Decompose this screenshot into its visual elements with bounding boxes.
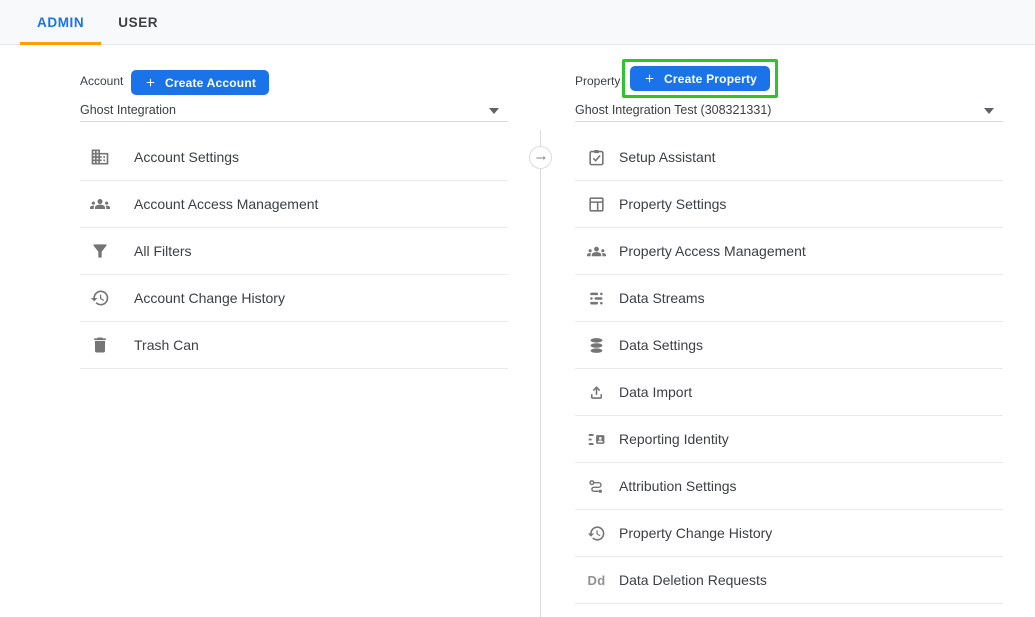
dropdown-caret-icon bbox=[489, 108, 499, 114]
arrow-right-icon bbox=[534, 151, 548, 165]
attribution-path-icon bbox=[587, 477, 606, 496]
list-item[interactable]: Account Access Management bbox=[80, 181, 508, 228]
list-item-label: Data Import bbox=[619, 384, 692, 400]
list-item[interactable]: Account Change History bbox=[80, 275, 508, 322]
data-streams-icon bbox=[587, 289, 606, 308]
property-panel: Property Create Property Ghost Integrati… bbox=[575, 60, 1003, 617]
people-group-icon bbox=[90, 194, 110, 214]
plus-icon bbox=[643, 72, 656, 85]
database-icon bbox=[587, 336, 606, 355]
account-label: Account bbox=[80, 74, 123, 88]
list-item[interactable]: Data Import bbox=[575, 369, 1003, 416]
account-selector-value: Ghost Integration bbox=[80, 103, 176, 117]
create-property-button[interactable]: Create Property bbox=[630, 66, 770, 91]
list-item[interactable]: Trash Can bbox=[80, 322, 508, 369]
trash-icon bbox=[90, 335, 110, 355]
list-item[interactable]: Dd Data Deletion Requests bbox=[575, 557, 1003, 604]
list-item-label: Account Access Management bbox=[134, 196, 318, 212]
list-item[interactable]: Account Settings bbox=[80, 134, 508, 181]
list-item[interactable]: Property Settings bbox=[575, 181, 1003, 228]
list-item[interactable]: Setup Assistant bbox=[575, 134, 1003, 181]
create-property-label: Create Property bbox=[664, 72, 757, 86]
list-item[interactable]: Property Access Management bbox=[575, 228, 1003, 275]
tab-user-label: USER bbox=[118, 15, 158, 30]
list-item-label: Property Settings bbox=[619, 196, 726, 212]
list-item-label: Data Deletion Requests bbox=[619, 572, 767, 588]
tab-admin[interactable]: ADMIN bbox=[20, 0, 101, 44]
plus-icon bbox=[144, 76, 157, 89]
account-panel: Account Create Account Ghost Integration… bbox=[80, 60, 508, 617]
property-selector[interactable]: Ghost Integration Test (308321331) bbox=[575, 100, 1003, 122]
list-item-label: Property Access Management bbox=[619, 243, 806, 259]
list-item-label: Property Change History bbox=[619, 525, 772, 541]
list-item[interactable]: Attribution Settings bbox=[575, 463, 1003, 510]
list-item[interactable]: Data Settings bbox=[575, 322, 1003, 369]
panel-divider bbox=[540, 130, 541, 617]
tab-admin-label: ADMIN bbox=[37, 15, 84, 30]
account-selector[interactable]: Ghost Integration bbox=[80, 100, 508, 122]
list-item-label: Attribution Settings bbox=[619, 478, 737, 494]
admin-user-tabbar: ADMIN USER bbox=[0, 0, 1035, 45]
property-selector-value: Ghost Integration Test (308321331) bbox=[575, 103, 771, 117]
history-icon bbox=[90, 288, 110, 308]
list-item-label: Account Settings bbox=[134, 149, 239, 165]
list-item[interactable]: Reporting Identity bbox=[575, 416, 1003, 463]
property-label: Property bbox=[575, 74, 620, 88]
create-account-button[interactable]: Create Account bbox=[131, 70, 269, 95]
property-menu-list: Setup Assistant Property Settings Proper… bbox=[575, 134, 1003, 604]
list-item-label: Reporting Identity bbox=[619, 431, 729, 447]
filter-icon bbox=[90, 241, 110, 261]
list-item-label: Data Streams bbox=[619, 290, 705, 306]
list-item-label: Data Settings bbox=[619, 337, 703, 353]
dd-letters-icon: Dd bbox=[587, 571, 606, 590]
list-item-label: Trash Can bbox=[134, 337, 199, 353]
ga-admin-page: ADMIN USER Account Create Account Ghost … bbox=[0, 0, 1035, 617]
list-item-label: All Filters bbox=[134, 243, 192, 259]
list-item-label: Account Change History bbox=[134, 290, 285, 306]
building-icon bbox=[90, 147, 110, 167]
collapse-panel-button[interactable] bbox=[529, 146, 552, 169]
list-item[interactable]: All Filters bbox=[80, 228, 508, 275]
people-group-icon bbox=[587, 242, 606, 261]
account-menu-list: Account Settings Account Access Manageme… bbox=[80, 134, 508, 369]
list-item-label: Setup Assistant bbox=[619, 149, 716, 165]
tab-user[interactable]: USER bbox=[101, 0, 175, 44]
list-item[interactable]: Property Change History bbox=[575, 510, 1003, 557]
list-item[interactable]: Data Streams bbox=[575, 275, 1003, 322]
upload-icon bbox=[587, 383, 606, 402]
create-account-label: Create Account bbox=[165, 76, 256, 90]
dropdown-caret-icon bbox=[984, 108, 994, 114]
reporting-identity-icon bbox=[587, 430, 606, 449]
window-layout-icon bbox=[587, 195, 606, 214]
annotation-highlight-box: Create Property bbox=[622, 59, 778, 98]
clipboard-check-icon bbox=[587, 148, 606, 167]
history-icon bbox=[587, 524, 606, 543]
